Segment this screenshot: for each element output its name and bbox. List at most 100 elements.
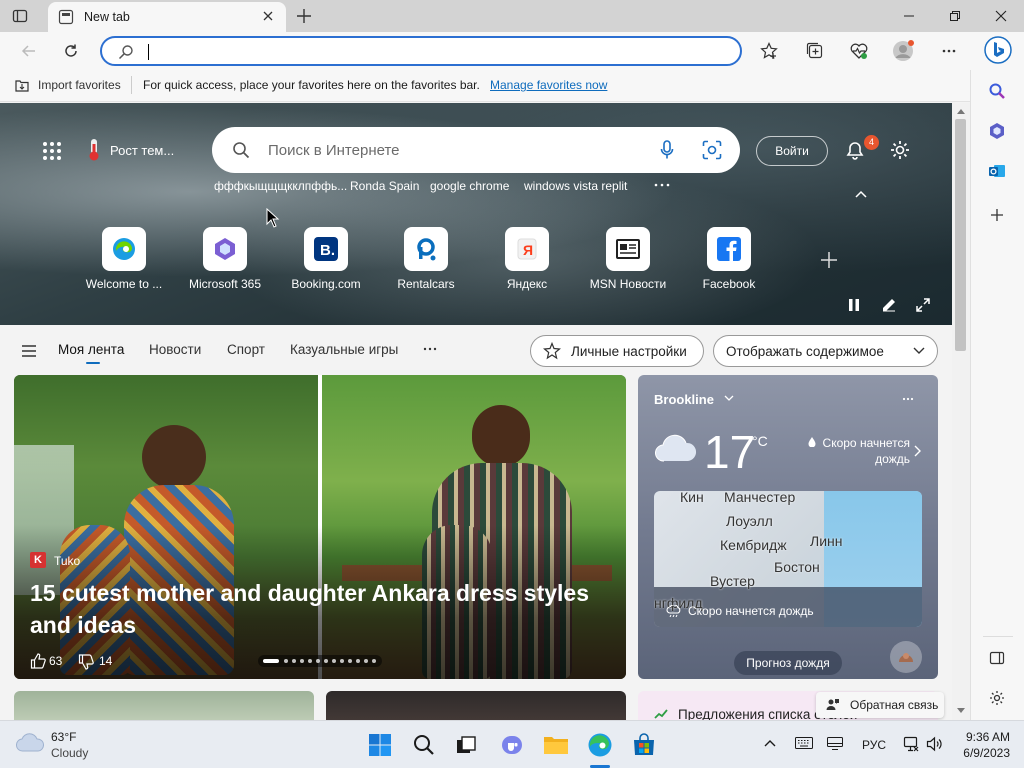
trending-search-item[interactable]: Ronda Spain [350, 179, 419, 193]
task-view-icon[interactable] [450, 729, 482, 761]
import-favorites-button[interactable]: Import favorites [38, 78, 121, 92]
microsoft-store-icon[interactable] [628, 729, 660, 761]
edit-background-icon[interactable] [882, 298, 896, 312]
minimize-button[interactable] [886, 0, 932, 32]
favorites-star-icon[interactable] [758, 40, 780, 62]
web-search-box[interactable]: Поиск в Интернете [212, 127, 740, 173]
browser-essentials-icon[interactable] [848, 40, 870, 62]
menu-icon[interactable] [22, 345, 36, 357]
tab-sport[interactable]: Спорт [227, 342, 265, 357]
page-settings-gear-icon[interactable] [889, 139, 911, 161]
trending-search-item[interactable]: google chrome [430, 179, 509, 193]
news-card-partial[interactable] [14, 691, 314, 720]
sidebar-settings-icon[interactable] [989, 690, 1005, 706]
trending-search-item[interactable]: фффкыщщщкклпффь... [214, 179, 347, 193]
display-icon[interactable] [827, 737, 843, 750]
carousel-indicator[interactable] [258, 655, 382, 667]
carousel-dot[interactable] [292, 659, 296, 663]
network-icon[interactable] [903, 736, 919, 752]
refresh-button[interactable] [60, 40, 82, 62]
address-input[interactable] [146, 41, 726, 61]
back-button[interactable] [18, 40, 40, 62]
weather-card[interactable]: Brookline 17 °C Скоро начнется дождь Кин… [638, 375, 938, 679]
news-card[interactable]: K Tuko 15 cutest mother and daughter Ank… [14, 375, 626, 679]
weather-widget-cloud-icon[interactable] [16, 733, 44, 753]
carousel-dot[interactable] [348, 659, 352, 663]
edge-taskbar-icon[interactable] [584, 729, 616, 761]
more-trending-icon[interactable] [654, 183, 670, 187]
scroll-up-arrow-icon[interactable] [956, 107, 966, 115]
close-tab-icon[interactable] [262, 10, 274, 22]
microsoft-365-icon[interactable] [988, 122, 1006, 140]
carousel-dot[interactable] [308, 659, 312, 663]
personalize-button[interactable]: Личные настройки [530, 335, 704, 367]
carousel-dot[interactable] [316, 659, 320, 663]
expand-icon[interactable] [916, 298, 930, 312]
app-launcher-icon[interactable] [42, 141, 62, 161]
collections-icon[interactable] [804, 40, 826, 62]
chevron-right-icon[interactable] [914, 445, 921, 457]
show-hidden-icons-chevron-up-icon[interactable] [764, 739, 776, 747]
clock-date[interactable]: 6/9/2023 [950, 746, 1010, 760]
file-explorer-icon[interactable] [540, 729, 572, 761]
weather-avatar-icon[interactable] [890, 641, 922, 673]
bing-copilot-icon[interactable] [984, 36, 1012, 64]
quick-link-yandex[interactable]: Я Яндекс [479, 227, 575, 291]
quick-link-rentalcars[interactable]: Rentalcars [378, 227, 474, 291]
temperature-unit[interactable]: °C [752, 433, 768, 449]
carousel-dot[interactable] [372, 659, 376, 663]
weather-more-options-icon[interactable] [902, 397, 914, 401]
quick-link-booking[interactable]: B. Booking.com [278, 227, 374, 291]
carousel-dot[interactable] [364, 659, 368, 663]
trending-search-item[interactable]: windows vista replit [524, 179, 627, 193]
page-scrollbar[interactable] [952, 103, 970, 720]
tab-new-tab[interactable]: New tab [48, 2, 286, 32]
input-language[interactable]: РУС [862, 738, 886, 752]
scrollbar-thumb[interactable] [955, 119, 966, 351]
thumbs-up-icon[interactable] [30, 653, 46, 669]
profile-avatar[interactable] [892, 40, 914, 62]
visual-search-icon[interactable] [702, 140, 722, 160]
weather-chip[interactable]: Рост тем... [110, 143, 174, 158]
address-bar[interactable] [100, 36, 742, 66]
outlook-icon[interactable] [988, 162, 1006, 180]
carousel-dot[interactable] [324, 659, 328, 663]
chevron-down-icon[interactable] [724, 395, 734, 402]
close-window-button[interactable] [978, 0, 1024, 32]
manage-favorites-link[interactable]: Manage favorites now [490, 78, 607, 92]
scroll-down-arrow-icon[interactable] [956, 707, 966, 715]
quick-link-welcome[interactable]: Welcome to ... [76, 227, 172, 291]
hide-sidebar-icon[interactable] [989, 650, 1005, 666]
microphone-icon[interactable] [660, 140, 674, 160]
add-quick-link-icon[interactable] [820, 251, 838, 269]
clock-time[interactable]: 9:36 AM [958, 730, 1010, 744]
carousel-dot[interactable] [340, 659, 344, 663]
carousel-dot[interactable] [284, 659, 288, 663]
quick-link-facebook[interactable]: Facebook [681, 227, 777, 291]
collapse-chevron-up-icon[interactable] [854, 189, 868, 199]
carousel-dot[interactable] [356, 659, 360, 663]
taskbar-weather-temp[interactable]: 63°F [51, 730, 76, 744]
display-content-dropdown[interactable]: Отображать содержимое [713, 335, 938, 367]
news-source[interactable]: Tuko [54, 554, 80, 568]
more-tabs-icon[interactable] [423, 347, 437, 351]
sign-in-button[interactable]: Войти [756, 136, 828, 166]
news-headline[interactable]: 15 cutest mother and daughter Ankara dre… [30, 577, 610, 641]
feedback-button[interactable]: Обратная связь [816, 692, 944, 718]
tab-actions-icon[interactable] [12, 8, 28, 24]
carousel-dot[interactable] [332, 659, 336, 663]
add-sidebar-app-icon[interactable] [989, 207, 1005, 223]
pause-background-icon[interactable] [848, 299, 860, 311]
settings-and-more-icon[interactable] [938, 40, 960, 62]
rain-forecast-button[interactable]: Прогноз дождя [734, 651, 842, 675]
notifications-bell-icon[interactable] [844, 139, 866, 161]
restore-button[interactable] [932, 0, 978, 32]
news-card-partial[interactable] [326, 691, 626, 720]
search-icon[interactable] [988, 82, 1006, 100]
taskbar-weather-desc[interactable]: Cloudy [51, 746, 88, 760]
rain-map[interactable]: Кин Манчестер Лоуэлл Кембридж Линн Вустер Бост… [654, 491, 922, 627]
teams-chat-icon[interactable] [496, 729, 528, 761]
taskbar-search-icon[interactable] [408, 729, 440, 761]
new-tab-button[interactable] [296, 8, 312, 24]
carousel-dot[interactable] [300, 659, 304, 663]
